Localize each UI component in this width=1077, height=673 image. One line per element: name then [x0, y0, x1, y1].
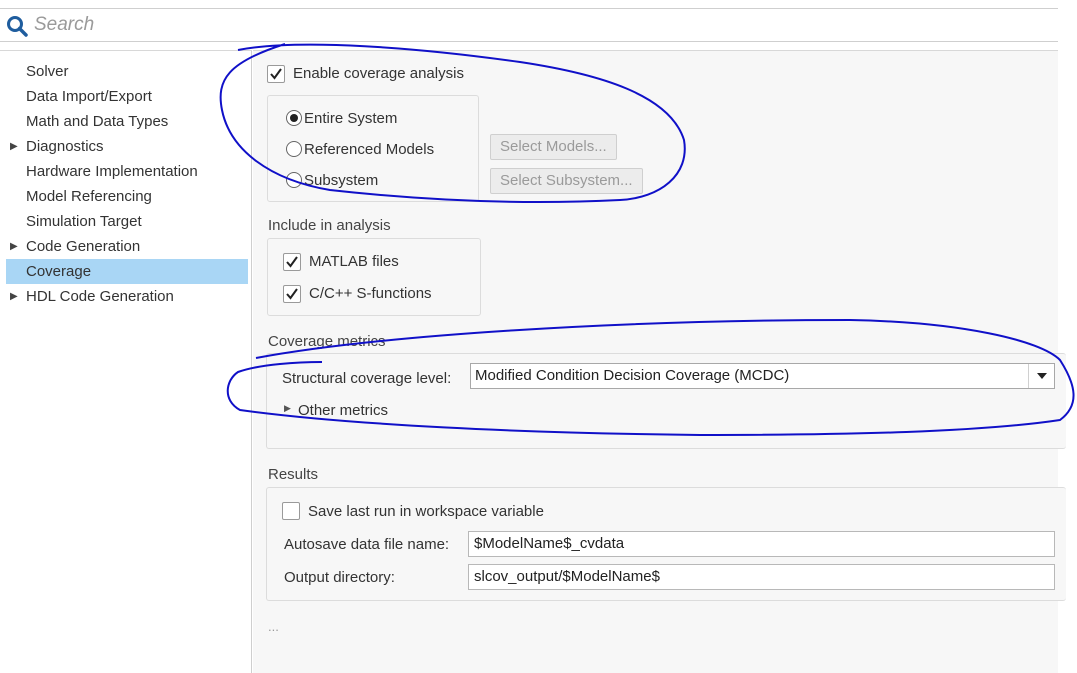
sidebar-item-label: Solver — [26, 63, 69, 80]
referenced-models-radio[interactable] — [286, 141, 302, 157]
sidebar-item-label: Code Generation — [26, 238, 141, 255]
sfunctions-checkbox[interactable] — [283, 285, 301, 303]
expand-arrow-icon[interactable]: ▶ — [10, 234, 18, 259]
structural-coverage-select[interactable]: Modified Condition Decision Coverage (MC… — [470, 363, 1055, 389]
structural-coverage-label: Structural coverage level: — [282, 370, 452, 387]
save-last-run-label: Save last run in workspace variable — [308, 503, 544, 520]
entire-system-radio[interactable] — [286, 110, 302, 126]
search-icon[interactable] — [5, 14, 29, 42]
expand-arrow-icon[interactable]: ▶ — [10, 134, 18, 159]
checkmark-icon — [286, 256, 298, 268]
sidebar-item-label: Math and Data Types — [26, 113, 169, 130]
sidebar-item-model-referencing[interactable]: Model Referencing — [6, 184, 248, 209]
save-last-run-checkbox[interactable] — [282, 502, 300, 520]
subsystem-label: Subsystem — [304, 172, 379, 189]
autosave-field[interactable]: $ModelName$_cvdata — [468, 531, 1055, 557]
include-section-title: Include in analysis — [268, 217, 391, 234]
results-section-title: Results — [268, 466, 319, 483]
subsystem-radio[interactable] — [286, 172, 302, 188]
more-indicator: ... — [268, 619, 279, 634]
sidebar-item-simulation-target[interactable]: Simulation Target — [6, 209, 248, 234]
sidebar-item-label: HDL Code Generation — [26, 288, 174, 305]
coverage-settings-panel: Enable coverage analysis Entire System R… — [253, 50, 1066, 673]
metrics-section-title: Coverage metrics — [268, 333, 386, 350]
enable-coverage-checkbox[interactable] — [267, 65, 285, 83]
sidebar-item-label: Simulation Target — [26, 213, 142, 230]
sidebar-item-hardware-implementation[interactable]: Hardware Implementation — [6, 159, 248, 184]
expand-arrow-icon[interactable]: ▶ — [284, 403, 291, 414]
sidebar-item-label: Coverage — [26, 263, 92, 280]
sidebar-item-math-and-data-types[interactable]: Math and Data Types — [6, 109, 248, 134]
output-directory-label: Output directory: — [284, 569, 395, 586]
sidebar-item-data-import-export[interactable]: Data Import/Export — [6, 84, 248, 109]
output-directory-field[interactable]: slcov_output/$ModelName$ — [468, 564, 1055, 590]
checkmark-icon — [286, 288, 298, 300]
sidebar-item-coverage[interactable]: Coverage — [6, 259, 248, 284]
expand-arrow-icon[interactable]: ▶ — [10, 284, 18, 309]
matlab-files-checkbox[interactable] — [283, 253, 301, 271]
referenced-models-label: Referenced Models — [304, 141, 435, 158]
chevron-down-icon[interactable] — [1028, 364, 1054, 388]
checkmark-icon — [270, 68, 282, 80]
sidebar-tree: Solver Data Import/Export Math and Data … — [0, 50, 252, 673]
sidebar-item-label: Model Referencing — [26, 188, 152, 205]
sidebar-item-hdl-code-generation[interactable]: ▶ HDL Code Generation — [6, 284, 248, 309]
select-subsystem-button[interactable]: Select Subsystem... — [490, 168, 643, 194]
search-bar — [0, 8, 1058, 42]
entire-system-label: Entire System — [304, 110, 398, 127]
sidebar-item-label: Diagnostics — [26, 138, 104, 155]
select-models-button[interactable]: Select Models... — [490, 134, 617, 160]
structural-coverage-value: Modified Condition Decision Coverage (MC… — [475, 367, 790, 384]
sidebar-item-diagnostics[interactable]: ▶ Diagnostics — [6, 134, 248, 159]
include-group — [267, 238, 481, 316]
matlab-files-label: MATLAB files — [309, 253, 399, 270]
sidebar-item-solver[interactable]: Solver — [6, 59, 248, 84]
sidebar-item-label: Hardware Implementation — [26, 163, 198, 180]
sidebar-item-code-generation[interactable]: ▶ Code Generation — [6, 234, 248, 259]
autosave-label: Autosave data file name: — [284, 536, 450, 553]
sfunctions-label: C/C++ S-functions — [309, 285, 432, 302]
search-input[interactable] — [34, 11, 934, 39]
sidebar-item-label: Data Import/Export — [26, 88, 152, 105]
other-metrics-toggle[interactable]: Other metrics — [298, 402, 388, 419]
enable-coverage-label: Enable coverage analysis — [293, 65, 464, 82]
